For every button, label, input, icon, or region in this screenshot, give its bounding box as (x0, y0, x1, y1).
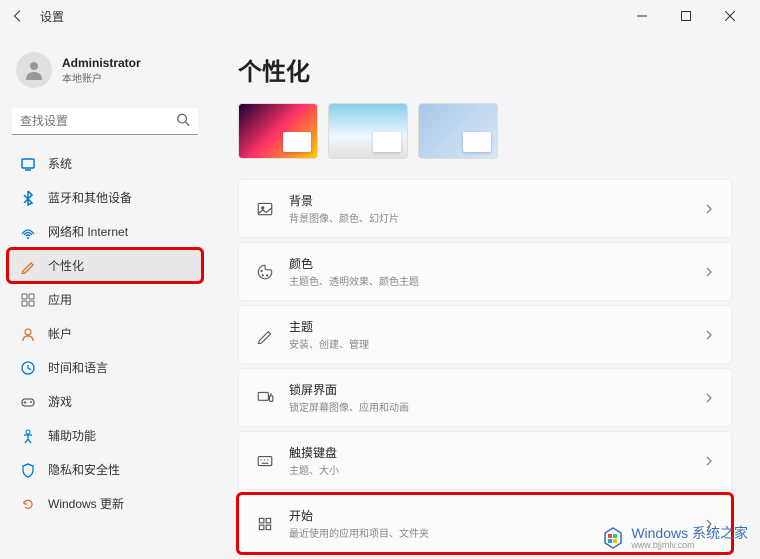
nav-label: 应用 (48, 291, 72, 308)
minimize-button[interactable] (620, 2, 664, 30)
chevron-right-icon (703, 266, 715, 278)
theme-preview-3[interactable] (418, 103, 498, 159)
setting-card-image[interactable]: 背景 背景图像、颜色、幻灯片 (238, 179, 732, 238)
window-title: 设置 (40, 8, 64, 25)
bluetooth-icon (20, 190, 36, 206)
setting-desc: 锁定屏幕图像、应用和动画 (289, 399, 689, 414)
setting-title: 锁屏界面 (289, 381, 689, 398)
setting-title: 主题 (289, 318, 689, 335)
nav-item-accessibility[interactable]: 辅助功能 (8, 419, 202, 452)
user-type: 本地账户 (62, 70, 141, 85)
main-content: 个性化 背景 背景图像、颜色、幻灯片 颜色 主题色、透明效果、颜色主题 主题 (210, 32, 760, 559)
theme-previews (238, 103, 732, 159)
avatar (16, 52, 52, 88)
lock-icon (255, 388, 275, 408)
nav-item-privacy[interactable]: 隐私和安全性 (8, 453, 202, 486)
privacy-icon (20, 462, 36, 478)
nav-label: 系统 (48, 155, 72, 172)
search-icon (176, 112, 190, 131)
watermark-url: www.bjjmlv.com (631, 541, 748, 551)
watermark-logo-icon (601, 526, 625, 550)
chevron-right-icon (703, 455, 715, 467)
page-title: 个性化 (238, 52, 732, 87)
nav-label: 蓝牙和其他设备 (48, 189, 132, 206)
maximize-icon (681, 11, 691, 21)
brush-icon (255, 325, 275, 345)
search-box (12, 108, 198, 135)
nav-item-bluetooth[interactable]: 蓝牙和其他设备 (8, 181, 202, 214)
chevron-right-icon (703, 392, 715, 404)
nav-label: Windows 更新 (48, 495, 124, 512)
nav-list: 系统 蓝牙和其他设备 网络和 Internet 个性化 应用 帐户 时间和语言 … (8, 147, 202, 520)
titlebar: 设置 (0, 0, 760, 32)
nav-label: 个性化 (48, 257, 84, 274)
time-icon (20, 360, 36, 376)
setting-desc: 安装、创建、管理 (289, 336, 689, 351)
back-button[interactable] (8, 6, 28, 26)
maximize-button[interactable] (664, 2, 708, 30)
nav-label: 时间和语言 (48, 359, 108, 376)
start-icon (255, 514, 275, 534)
nav-item-personalize[interactable]: 个性化 (8, 249, 202, 282)
setting-desc: 主题色、透明效果、颜色主题 (289, 273, 689, 288)
image-icon (255, 199, 275, 219)
close-icon (725, 11, 735, 21)
nav-label: 辅助功能 (48, 427, 96, 444)
setting-card-brush[interactable]: 主题 安装、创建、管理 (238, 305, 732, 364)
setting-card-keyboard[interactable]: 触摸键盘 主题、大小 (238, 431, 732, 490)
accessibility-icon (20, 428, 36, 444)
nav-item-system[interactable]: 系统 (8, 147, 202, 180)
nav-label: 帐户 (48, 325, 72, 342)
keyboard-icon (255, 451, 275, 471)
system-icon (20, 156, 36, 172)
apps-icon (20, 292, 36, 308)
setting-title: 颜色 (289, 255, 689, 272)
search-input[interactable] (12, 108, 198, 135)
update-icon (20, 496, 36, 512)
sidebar: Administrator 本地账户 系统 蓝牙和其他设备 网络和 Intern… (0, 32, 210, 559)
back-arrow-icon (11, 9, 25, 23)
game-icon (20, 394, 36, 410)
theme-preview-1[interactable] (238, 103, 318, 159)
user-section[interactable]: Administrator 本地账户 (8, 44, 202, 96)
personalize-icon (20, 258, 36, 274)
nav-label: 隐私和安全性 (48, 461, 120, 478)
setting-card-lock[interactable]: 锁屏界面 锁定屏幕图像、应用和动画 (238, 368, 732, 427)
minimize-icon (637, 11, 647, 21)
nav-item-update[interactable]: Windows 更新 (8, 487, 202, 520)
close-button[interactable] (708, 2, 752, 30)
chevron-right-icon (703, 329, 715, 341)
setting-list: 背景 背景图像、颜色、幻灯片 颜色 主题色、透明效果、颜色主题 主题 安装、创建… (238, 179, 732, 559)
chevron-right-icon (703, 203, 715, 215)
nav-label: 网络和 Internet (48, 223, 128, 240)
setting-title: 开始 (289, 507, 689, 524)
nav-item-account[interactable]: 帐户 (8, 317, 202, 350)
nav-item-time[interactable]: 时间和语言 (8, 351, 202, 384)
watermark-brand: Windows 系统之家 (631, 526, 748, 541)
person-icon (22, 58, 46, 82)
setting-title: 触摸键盘 (289, 444, 689, 461)
setting-card-palette[interactable]: 颜色 主题色、透明效果、颜色主题 (238, 242, 732, 301)
watermark: Windows 系统之家 www.bjjmlv.com (601, 526, 748, 551)
theme-preview-2[interactable] (328, 103, 408, 159)
setting-desc: 背景图像、颜色、幻灯片 (289, 210, 689, 225)
nav-item-game[interactable]: 游戏 (8, 385, 202, 418)
setting-title: 背景 (289, 192, 689, 209)
nav-item-apps[interactable]: 应用 (8, 283, 202, 316)
palette-icon (255, 262, 275, 282)
user-name: Administrator (62, 56, 141, 70)
account-icon (20, 326, 36, 342)
nav-item-network[interactable]: 网络和 Internet (8, 215, 202, 248)
network-icon (20, 224, 36, 240)
setting-desc: 主题、大小 (289, 462, 689, 477)
nav-label: 游戏 (48, 393, 72, 410)
